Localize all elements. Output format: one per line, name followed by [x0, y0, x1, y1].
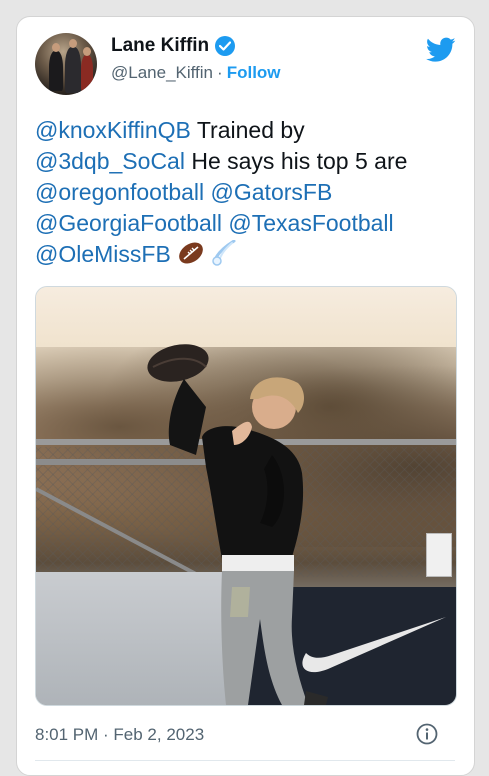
player-figure	[147, 344, 328, 705]
tweet-card[interactable]: Lane Kiffin @Lane_Kiffin · Follow @knoxK…	[16, 16, 475, 776]
avatar[interactable]	[35, 33, 97, 95]
tweet-photo[interactable]	[35, 286, 457, 706]
tweet-text-segment: He says his top 5 are	[184, 148, 408, 174]
tweet-header: Lane Kiffin @Lane_Kiffin · Follow	[35, 33, 458, 103]
tweet-timestamp[interactable]: 8:01 PM · Feb 2, 2023	[35, 725, 204, 745]
mention-link[interactable]: @oregonfootball	[35, 179, 204, 205]
mention-link[interactable]: @OleMissFB	[35, 241, 171, 267]
mention-link[interactable]: @TexasFootball	[228, 210, 393, 236]
divider	[35, 760, 455, 761]
twitter-bird-icon[interactable]	[426, 37, 456, 63]
tweet-footer: 8:01 PM · Feb 2, 2023	[35, 720, 458, 750]
football-emoji	[179, 242, 204, 264]
page: Lane Kiffin @Lane_Kiffin · Follow @knoxK…	[0, 0, 489, 776]
mention-link[interactable]: @GatorsFB	[211, 179, 333, 205]
tweet-text-segment: Trained by	[190, 117, 305, 143]
tweet-text: @knoxKiffinQB Trained by @3dqb_SoCal He …	[35, 115, 455, 270]
separator-dot: ·	[217, 63, 223, 82]
author-handle[interactable]: @Lane_Kiffin	[111, 63, 213, 83]
follow-button[interactable]: Follow	[227, 63, 281, 83]
info-icon[interactable]	[416, 723, 438, 745]
author-name[interactable]: Lane Kiffin	[111, 35, 209, 57]
comet-emoji	[211, 240, 236, 266]
verified-badge-icon	[215, 36, 236, 56]
mention-link[interactable]: @GeorgiaFootball	[35, 210, 222, 236]
mention-link[interactable]: @3dqb_SoCal	[35, 148, 185, 174]
mention-link[interactable]: @knoxKiffinQB	[35, 117, 191, 143]
author-info: Lane Kiffin @Lane_Kiffin · Follow	[111, 35, 281, 83]
